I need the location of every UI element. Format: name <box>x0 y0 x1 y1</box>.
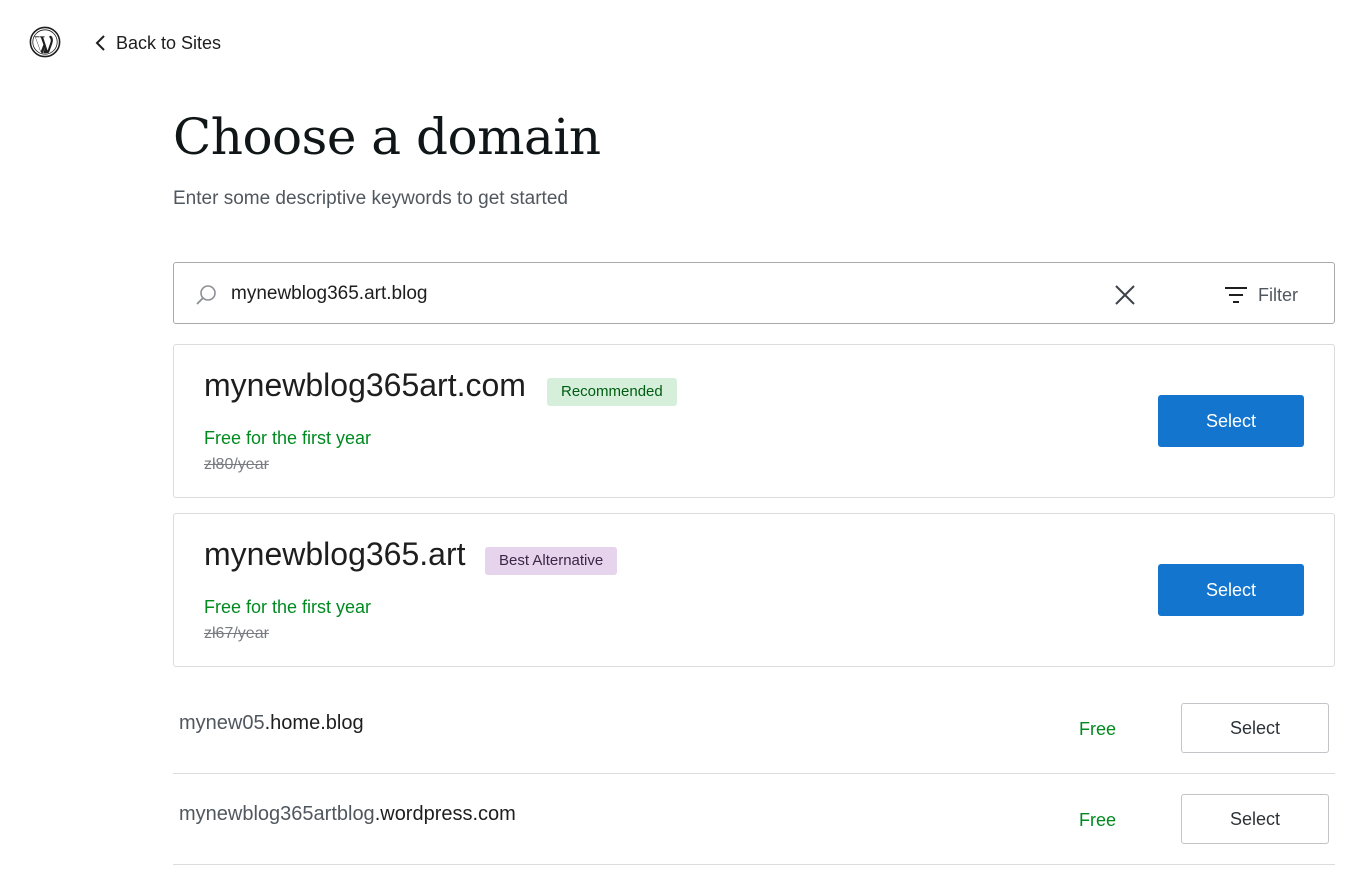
domain-search-box: Filter <box>173 262 1335 324</box>
featured-domain-card: mynewblog365art.com Recommended Free for… <box>173 344 1335 498</box>
promo-price: Free for the first year <box>204 428 372 448</box>
domain-name-part: mynew05 <box>179 712 265 734</box>
domain-price: Free <box>1079 719 1117 739</box>
search-icon <box>196 285 216 305</box>
promo-price: Free for the first year <box>204 597 372 617</box>
domain-result-row: mynew05.home.blog Free Select <box>173 682 1335 774</box>
domain-name-part: mynewblog365artblog <box>179 803 375 825</box>
chevron-left-icon <box>95 35 105 51</box>
domain-result-name: mynewblog365artblog.wordpress.com <box>179 803 516 826</box>
domain-tld-part: .wordpress.com <box>374 803 516 825</box>
wordpress-logo-icon[interactable] <box>29 26 61 58</box>
domain-result-name: mynew05.home.blog <box>179 712 364 735</box>
best-alternative-badge: Best Alternative <box>485 547 618 575</box>
top-bar: Back to Sites <box>0 0 1358 85</box>
filter-button[interactable]: Filter <box>1224 281 1298 309</box>
select-domain-button[interactable]: Select <box>1158 395 1304 447</box>
original-price: zł67/year <box>204 625 269 642</box>
featured-domain-name: mynewblog365art.com <box>204 367 526 403</box>
filter-icon <box>1225 287 1247 303</box>
filter-label: Filter <box>1258 284 1298 305</box>
select-domain-button[interactable]: Select <box>1158 564 1304 616</box>
back-to-sites-link[interactable]: Back to Sites <box>94 30 221 56</box>
featured-domain-name: mynewblog365.art <box>204 536 466 572</box>
clear-search-icon[interactable] <box>1111 281 1139 309</box>
back-to-sites-label: Back to Sites <box>116 32 222 53</box>
domain-tld-part: .home.blog <box>264 712 364 734</box>
page-subtitle: Enter some descriptive keywords to get s… <box>173 188 568 209</box>
featured-domain-card: mynewblog365.art Best Alternative Free f… <box>173 513 1335 667</box>
recommended-badge: Recommended <box>547 378 677 406</box>
select-domain-button[interactable]: Select <box>1181 703 1329 753</box>
original-price: zł80/year <box>204 456 269 473</box>
select-domain-button[interactable]: Select <box>1181 794 1329 844</box>
domain-result-row: mynewblog365artblog.wordpress.com Free S… <box>173 773 1335 865</box>
domain-search-input[interactable] <box>231 277 1091 311</box>
domain-price: Free <box>1079 810 1117 830</box>
page-title: Choose a domain <box>173 108 601 166</box>
